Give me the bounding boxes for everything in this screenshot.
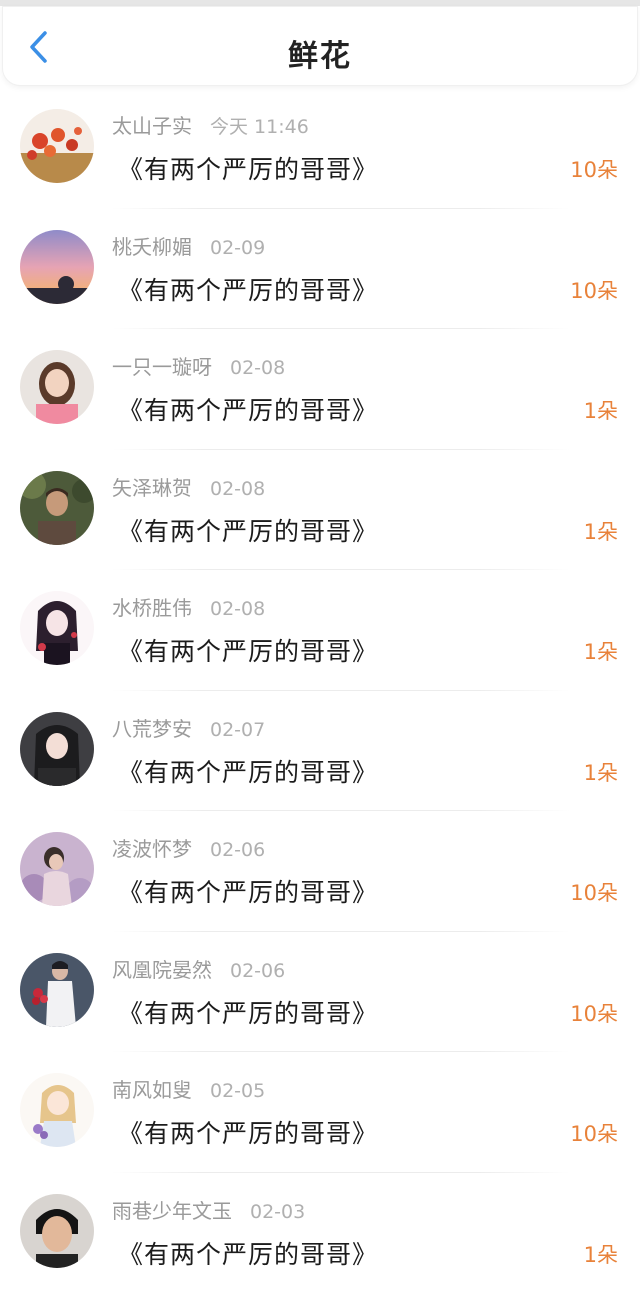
avatar[interactable] — [20, 832, 94, 906]
flower-count: 10朵 — [570, 275, 618, 305]
gift-date: 02-08 — [230, 357, 285, 379]
book-title[interactable]: 《有两个严厉的哥哥》 — [118, 512, 378, 548]
gift-date: 02-08 — [210, 598, 265, 620]
sender-name: 一只一璇呀 — [112, 355, 212, 379]
book-title[interactable]: 《有两个严厉的哥哥》 — [118, 271, 378, 307]
gift-date: 02-09 — [210, 237, 265, 259]
book-title[interactable]: 《有两个严厉的哥哥》 — [118, 994, 378, 1030]
page-title: 鲜花 — [3, 31, 637, 75]
sender-name: 凌波怀梦 — [112, 837, 192, 861]
avatar[interactable] — [20, 1194, 94, 1268]
sender-name: 矢泽琳贺 — [112, 476, 192, 500]
list-item[interactable]: 雨巷少年文玉 02-03 《有两个严厉的哥哥》 1朵 — [0, 1173, 640, 1293]
list-item[interactable]: 八荒梦安 02-07 《有两个严厉的哥哥》 1朵 — [0, 691, 640, 812]
list-item[interactable]: 一只一璇呀 02-08 《有两个严厉的哥哥》 1朵 — [0, 329, 640, 450]
avatar[interactable] — [20, 712, 94, 786]
flower-count: 1朵 — [584, 1239, 618, 1269]
avatar[interactable] — [20, 471, 94, 545]
flower-count: 10朵 — [570, 877, 618, 907]
sender-meta: 凌波怀梦 02-06 — [112, 833, 265, 862]
avatar[interactable] — [20, 591, 94, 665]
avatar[interactable] — [20, 953, 94, 1027]
sender-meta: 八荒梦安 02-07 — [112, 713, 265, 742]
gift-date: 02-08 — [210, 478, 265, 500]
book-title[interactable]: 《有两个严厉的哥哥》 — [118, 753, 378, 789]
sender-meta: 雨巷少年文玉 02-03 — [112, 1195, 305, 1224]
list-item[interactable]: 矢泽琳贺 02-08 《有两个严厉的哥哥》 1朵 — [0, 450, 640, 571]
sender-meta: 水桥胜伟 02-08 — [112, 592, 265, 621]
book-title[interactable]: 《有两个严厉的哥哥》 — [118, 391, 378, 427]
flower-count: 10朵 — [570, 998, 618, 1028]
gift-date: 02-07 — [210, 719, 265, 741]
sender-name: 八荒梦安 — [112, 717, 192, 741]
avatar[interactable] — [20, 109, 94, 183]
gift-date: 今天 11:46 — [210, 116, 309, 138]
list-item[interactable]: 凌波怀梦 02-06 《有两个严厉的哥哥》 10朵 — [0, 811, 640, 932]
gift-date: 02-03 — [250, 1201, 305, 1223]
sender-meta: 太山子实今天 11:46 — [112, 110, 309, 139]
sender-meta: 风凰院晏然 02-06 — [112, 954, 285, 983]
sender-name: 太山子实 — [112, 114, 192, 138]
book-title[interactable]: 《有两个严厉的哥哥》 — [118, 1114, 378, 1150]
flower-count: 1朵 — [584, 516, 618, 546]
sender-name: 雨巷少年文玉 — [112, 1199, 232, 1223]
top-bar: 鲜花 — [2, 6, 638, 86]
list-item[interactable]: 水桥胜伟 02-08 《有两个严厉的哥哥》 1朵 — [0, 570, 640, 691]
list-item[interactable]: 风凰院晏然 02-06 《有两个严厉的哥哥》 10朵 — [0, 932, 640, 1053]
list-item[interactable]: 南风如叟 02-05 《有两个严厉的哥哥》 10朵 — [0, 1052, 640, 1173]
avatar[interactable] — [20, 230, 94, 304]
sender-name: 水桥胜伟 — [112, 596, 192, 620]
book-title[interactable]: 《有两个严厉的哥哥》 — [118, 150, 378, 186]
list-item[interactable]: 太山子实今天 11:46 《有两个严厉的哥哥》 10朵 — [0, 88, 640, 209]
book-title[interactable]: 《有两个严厉的哥哥》 — [118, 632, 378, 668]
book-title[interactable]: 《有两个严厉的哥哥》 — [118, 873, 378, 909]
avatar[interactable] — [20, 1073, 94, 1147]
sender-name: 南风如叟 — [112, 1078, 192, 1102]
gift-date: 02-06 — [230, 960, 285, 982]
sender-meta: 南风如叟 02-05 — [112, 1074, 265, 1103]
sender-meta: 桃夭柳媚 02-09 — [112, 231, 265, 260]
flower-count: 10朵 — [570, 154, 618, 184]
sender-name: 风凰院晏然 — [112, 958, 212, 982]
book-title[interactable]: 《有两个严厉的哥哥》 — [118, 1235, 378, 1271]
flower-list: 太山子实今天 11:46 《有两个严厉的哥哥》 10朵 桃夭柳媚 02-09 《有… — [0, 88, 640, 1293]
flower-count: 1朵 — [584, 395, 618, 425]
list-item[interactable]: 桃夭柳媚 02-09 《有两个严厉的哥哥》 10朵 — [0, 209, 640, 330]
sender-meta: 一只一璇呀 02-08 — [112, 351, 285, 380]
flower-count: 10朵 — [570, 1118, 618, 1148]
gift-date: 02-06 — [210, 839, 265, 861]
avatar[interactable] — [20, 350, 94, 424]
sender-name: 桃夭柳媚 — [112, 235, 192, 259]
flower-count: 1朵 — [584, 757, 618, 787]
gift-date: 02-05 — [210, 1080, 265, 1102]
flower-count: 1朵 — [584, 636, 618, 666]
sender-meta: 矢泽琳贺 02-08 — [112, 472, 265, 501]
